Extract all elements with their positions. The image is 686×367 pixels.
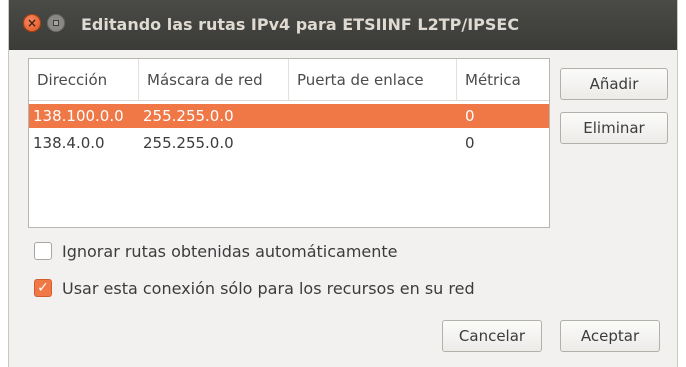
cancel-button[interactable]: Cancelar	[442, 320, 542, 352]
minimize-icon[interactable]	[47, 14, 65, 32]
cell-address[interactable]: 138.100.0.0	[29, 104, 124, 128]
cell-metric[interactable]: 0	[461, 131, 475, 155]
routes-table: Dirección Máscara de red Puerta de enlac…	[28, 58, 550, 228]
remove-button[interactable]: Eliminar	[560, 112, 668, 144]
use-only-for-network-label[interactable]: Usar esta conexión sólo para los recurso…	[62, 277, 475, 301]
ignore-auto-routes-checkbox[interactable]	[34, 242, 52, 260]
cell-address[interactable]: 138.4.0.0	[29, 131, 105, 155]
use-only-for-network-checkbox[interactable]: ✓	[34, 279, 52, 297]
table-row[interactable]: 138.4.0.0 255.255.0.0 0	[29, 131, 549, 155]
column-header-netmask[interactable]: Máscara de red	[139, 59, 289, 101]
ignore-auto-routes-label[interactable]: Ignorar rutas obtenidas automáticamente	[62, 240, 398, 264]
titlebar: × Editando las rutas IPv4 para ETSIINF L…	[9, 0, 677, 50]
cell-metric[interactable]: 0	[461, 104, 475, 128]
table-header: Dirección Máscara de red Puerta de enlac…	[29, 59, 549, 101]
cell-netmask[interactable]: 255.255.0.0	[139, 131, 234, 155]
window-title: Editando las rutas IPv4 para ETSIINF L2T…	[81, 15, 520, 34]
close-icon[interactable]: ×	[23, 14, 41, 32]
add-button[interactable]: Añadir	[560, 68, 668, 100]
column-header-address[interactable]: Dirección	[29, 59, 139, 101]
table-row[interactable]: 138.100.0.0 255.255.0.0 0	[29, 104, 549, 128]
column-header-metric[interactable]: Métrica	[457, 59, 549, 101]
column-header-gateway[interactable]: Puerta de enlace	[289, 59, 457, 101]
route-editor-dialog: × Editando las rutas IPv4 para ETSIINF L…	[8, 0, 678, 367]
cell-netmask[interactable]: 255.255.0.0	[139, 104, 234, 128]
accept-button[interactable]: Aceptar	[560, 320, 660, 352]
